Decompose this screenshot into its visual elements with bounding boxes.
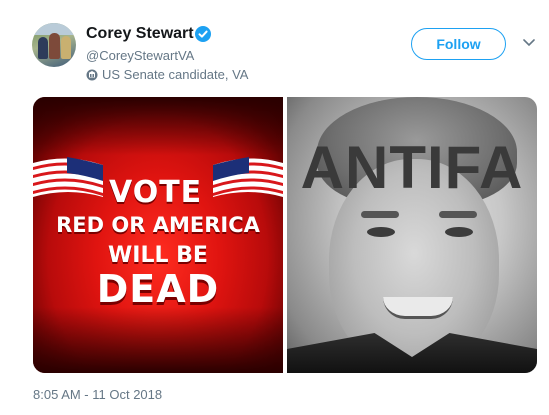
bio-text: US Senate candidate, VA <box>102 67 249 82</box>
tweet: Corey Stewart @CoreyStewartVA US Senate … <box>0 0 549 415</box>
us-flag-icon <box>33 157 103 197</box>
vote-line-3: WILL BE <box>108 243 208 268</box>
follow-button[interactable]: Follow <box>411 28 506 60</box>
tweet-timestamp[interactable]: 8:05 AM - 11 Oct 2018 <box>33 387 162 402</box>
author-name[interactable]: Corey Stewart <box>86 25 194 43</box>
vote-line-4: DEAD <box>96 267 220 311</box>
author-handle[interactable]: @CoreyStewartVA <box>86 48 194 63</box>
avatar[interactable] <box>32 23 76 67</box>
vote-line-2: RED OR AMERICA <box>56 213 260 237</box>
building-icon <box>86 69 98 80</box>
us-flag-icon <box>213 157 283 197</box>
media-image-vote[interactable]: VOTE RED OR AMERICA WILL BE DEAD <box>33 97 283 373</box>
media-image-portrait[interactable]: ANTIFA <box>287 97 537 373</box>
antifa-overlay-text: ANTIFA <box>300 134 524 201</box>
verified-badge-icon <box>195 26 211 42</box>
tweet-media[interactable]: VOTE RED OR AMERICA WILL BE DEAD ANTIFA <box>33 97 537 373</box>
chevron-down-icon[interactable] <box>523 39 535 47</box>
vote-headline: VOTE <box>109 175 203 210</box>
author-bio: US Senate candidate, VA <box>86 67 248 82</box>
